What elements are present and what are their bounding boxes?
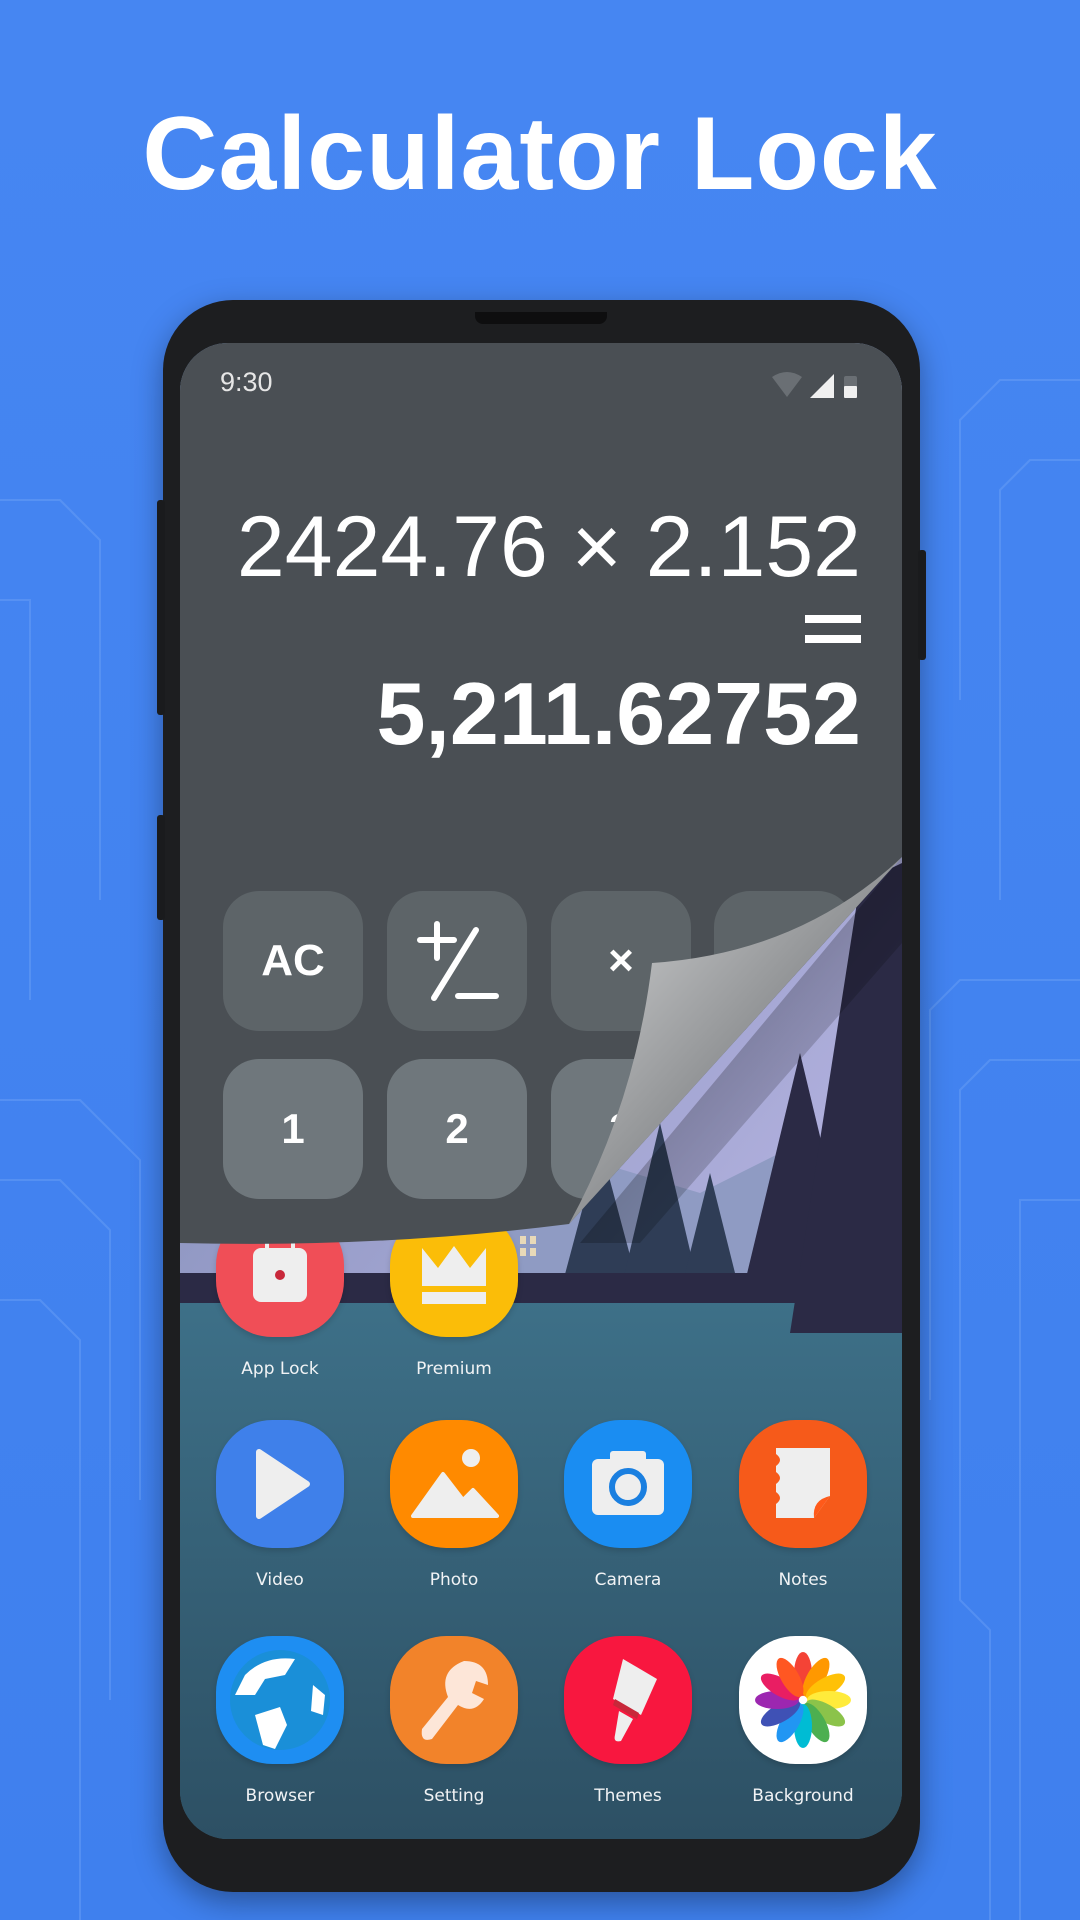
app-label: App Lock bbox=[241, 1359, 319, 1379]
key-1[interactable]: 1 bbox=[223, 1059, 363, 1199]
app-label: Themes bbox=[594, 1786, 662, 1806]
key-ac[interactable]: AC bbox=[223, 891, 363, 1031]
app-camera[interactable]: Camera bbox=[541, 1420, 715, 1590]
calc-expression: 2424.76 × 2.152 bbox=[236, 499, 861, 595]
app-background[interactable]: Background bbox=[716, 1636, 890, 1806]
side-button bbox=[918, 550, 926, 660]
image-icon bbox=[390, 1420, 518, 1548]
camera-icon bbox=[564, 1420, 692, 1548]
wifi-icon bbox=[772, 372, 802, 397]
key-plus-minus[interactable] bbox=[387, 891, 527, 1031]
app-label: Video bbox=[256, 1570, 304, 1590]
notes-icon bbox=[739, 1420, 867, 1548]
power-button bbox=[157, 815, 165, 920]
signal-icon bbox=[810, 374, 834, 398]
app-themes[interactable]: Themes bbox=[541, 1636, 715, 1806]
app-label: Camera bbox=[594, 1570, 662, 1590]
play-icon bbox=[216, 1420, 344, 1548]
app-label: Browser bbox=[245, 1786, 315, 1806]
speaker-notch bbox=[475, 312, 607, 324]
app-label: Premium bbox=[416, 1359, 492, 1379]
paintbrush-icon bbox=[564, 1636, 692, 1764]
headline: Calculator Lock bbox=[142, 96, 938, 212]
key-2[interactable]: 2 bbox=[387, 1059, 527, 1199]
app-label: Notes bbox=[778, 1570, 828, 1590]
app-label: Photo bbox=[429, 1570, 479, 1590]
plus-minus-icon bbox=[412, 916, 502, 1006]
app-label: Background bbox=[752, 1786, 854, 1806]
status-icons bbox=[772, 371, 862, 401]
color-wheel-icon bbox=[739, 1636, 867, 1764]
equals-sign bbox=[805, 615, 861, 643]
phone-screen: App Lock Premium Video Photo Camera Notes Brow… bbox=[180, 343, 902, 1839]
app-video[interactable]: Video bbox=[193, 1420, 367, 1590]
app-setting[interactable]: Setting bbox=[367, 1636, 541, 1806]
app-browser[interactable]: Browser bbox=[193, 1636, 367, 1806]
app-notes[interactable]: Notes bbox=[716, 1420, 890, 1590]
app-photo[interactable]: Photo bbox=[367, 1420, 541, 1590]
volume-button bbox=[157, 500, 165, 715]
wrench-icon bbox=[390, 1636, 518, 1764]
globe-icon bbox=[216, 1636, 344, 1764]
status-time: 9:30 bbox=[220, 367, 273, 397]
calc-result: 5,211.62752 bbox=[376, 664, 861, 763]
key-multiply[interactable]: × bbox=[551, 891, 691, 1031]
app-label: Setting bbox=[423, 1786, 485, 1806]
